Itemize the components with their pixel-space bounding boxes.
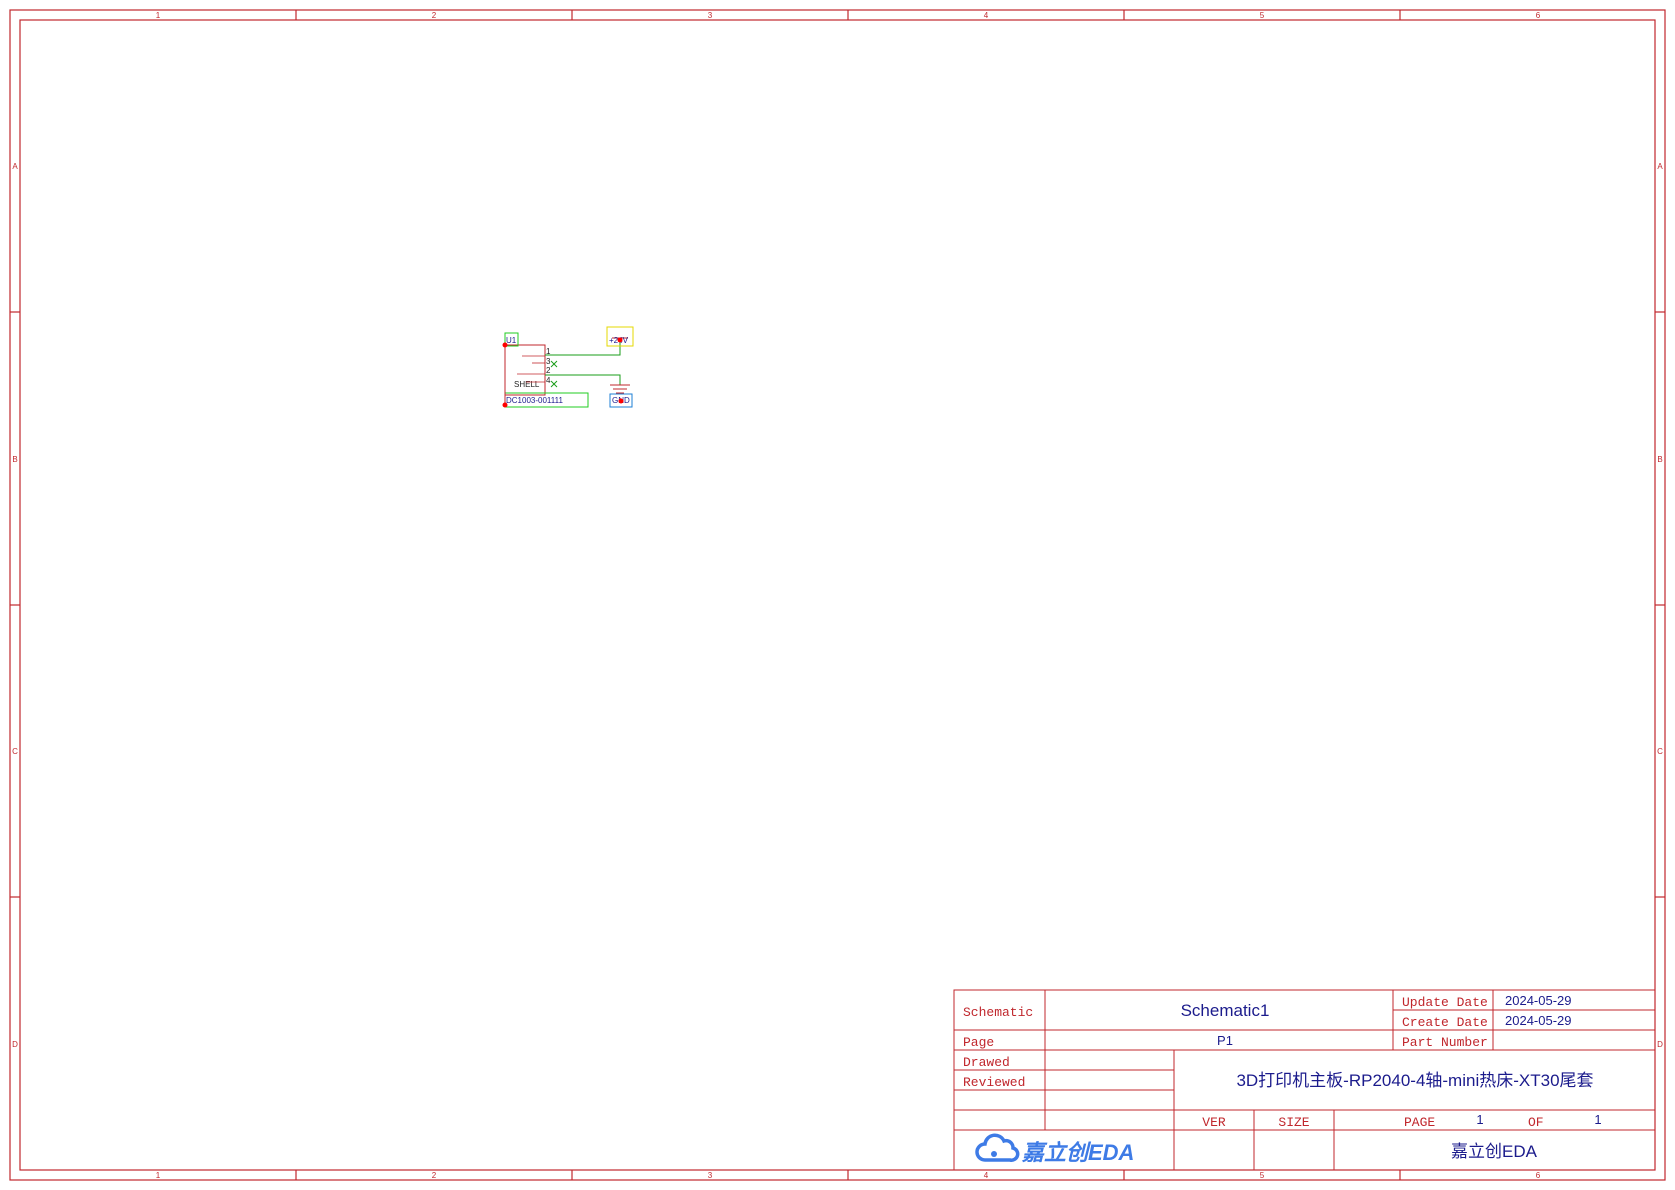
create-date-label: Create Date <box>1402 1015 1488 1030</box>
row-label-d-left: D <box>12 1040 18 1049</box>
col-label-5-top: 5 <box>1260 11 1265 20</box>
part-number-label: Part Number <box>1402 1035 1488 1050</box>
row-label-b-right: B <box>1657 455 1662 464</box>
part-value-text: DC1003-001111 <box>506 396 563 405</box>
title-block-text: Schematic Schematic1 Update Date 2024-05… <box>963 993 1602 1161</box>
row-label-c-left: C <box>12 747 18 756</box>
col-label-6-bottom: 6 <box>1536 1171 1541 1180</box>
page-total-value: 1 <box>1594 1112 1601 1127</box>
col-label-2-bottom: 2 <box>432 1171 437 1180</box>
size-label: SIZE <box>1278 1115 1309 1130</box>
page-word-label: PAGE <box>1404 1115 1435 1130</box>
row-label-d-right: D <box>1657 1040 1663 1049</box>
col-label-4-top: 4 <box>984 11 989 20</box>
create-date-value: 2024-05-29 <box>1505 1013 1572 1028</box>
pin-number-2: 2 <box>546 366 551 375</box>
pin-number-3: 3 <box>546 357 551 366</box>
row-label-a-right: A <box>1657 162 1663 171</box>
power-junction <box>617 337 623 343</box>
col-label-1-top: 1 <box>156 11 161 20</box>
col-label-5-bottom: 5 <box>1260 1171 1265 1180</box>
junction-bottom <box>502 402 508 408</box>
row-label-a-left: A <box>12 162 18 171</box>
cloud-icon <box>975 1133 1020 1162</box>
designator-text: U1 <box>506 336 517 345</box>
of-label: OF <box>1528 1115 1544 1130</box>
net-wires <box>545 340 621 385</box>
power-port[interactable]: +24V <box>606 326 634 347</box>
ground-junction <box>618 398 624 404</box>
jack-contacts <box>517 355 545 383</box>
ground-symbol-icon <box>610 384 630 394</box>
schematic-sheet: 1 2 3 4 5 6 1 2 3 4 5 6 A B C D A B C D … <box>9 9 1666 1181</box>
no-connect-markers <box>550 360 558 388</box>
reviewed-label: Reviewed <box>963 1075 1025 1090</box>
col-label-1-bottom: 1 <box>156 1171 161 1180</box>
col-label-3-bottom: 3 <box>708 1171 713 1180</box>
ver-label: VER <box>1202 1115 1226 1130</box>
company-name: 嘉立创EDA <box>1451 1142 1538 1161</box>
logo-text: 嘉立创EDA <box>1021 1140 1134 1165</box>
schematic-name: Schematic1 <box>1181 1001 1270 1020</box>
col-label-3-top: 3 <box>708 11 713 20</box>
project-title: 3D打印机主板-RP2040-4轴-mini热床-XT30尾套 <box>1236 1071 1593 1090</box>
junction-top <box>502 342 508 348</box>
update-date-label: Update Date <box>1402 995 1488 1010</box>
row-label-c-right: C <box>1657 747 1663 756</box>
col-label-4-bottom: 4 <box>984 1171 989 1180</box>
page-value: P1 <box>1217 1033 1233 1048</box>
drawed-label: Drawed <box>963 1055 1010 1070</box>
pin-numbers: 1 3 2 4 <box>546 347 551 385</box>
update-date-value: 2024-05-29 <box>1505 993 1572 1008</box>
schematic-label: Schematic <box>963 1005 1033 1020</box>
col-label-2-top: 2 <box>432 11 437 20</box>
wire-ground <box>545 374 621 385</box>
pin-number-4: 4 <box>546 376 551 385</box>
page-label: Page <box>963 1035 994 1050</box>
shell-label: SHELL <box>514 380 540 389</box>
page-number-value: 1 <box>1476 1112 1483 1127</box>
dc-jack-component[interactable]: U1 DC1003-001111 SHELL 1 3 2 4 <box>502 332 589 408</box>
ground-port[interactable]: GND <box>609 384 633 408</box>
easyeda-logo: 嘉立创EDA <box>975 1133 1134 1165</box>
col-label-6-top: 6 <box>1536 11 1541 20</box>
row-label-b-left: B <box>12 455 17 464</box>
